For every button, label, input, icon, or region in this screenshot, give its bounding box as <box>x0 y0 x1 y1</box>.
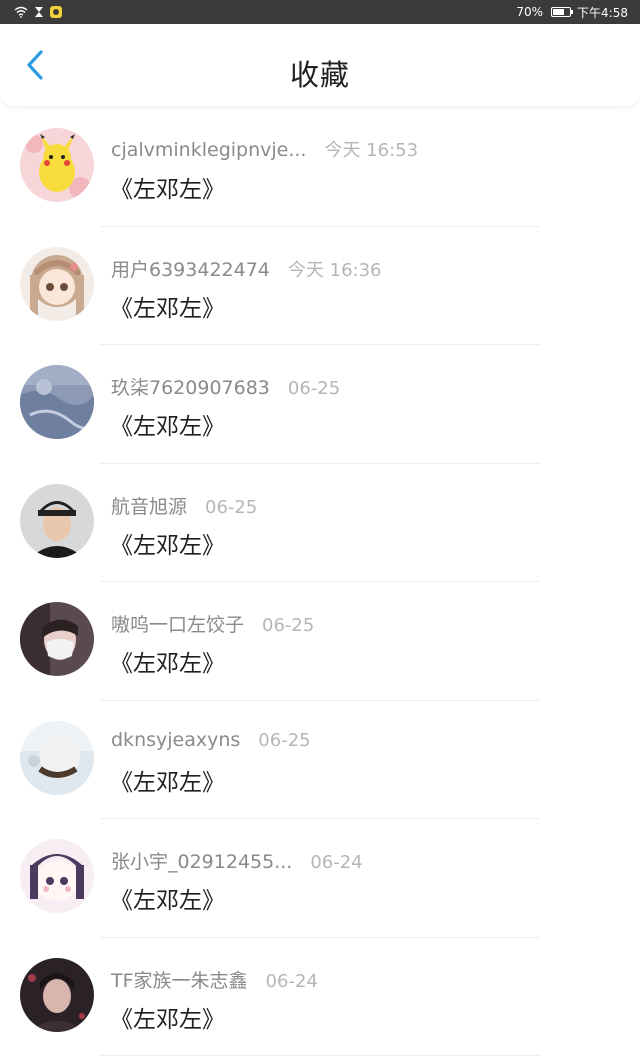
item-content: 《左邓左》 <box>110 1000 225 1034</box>
timestamp: 06-25 <box>258 730 310 751</box>
list-item[interactable]: 张小宇_02912455... 06-24 《左邓左》 <box>0 819 640 938</box>
timestamp: 06-25 <box>288 378 340 399</box>
item-meta: 嗷呜一口左饺子 06-25 <box>111 610 314 636</box>
username[interactable]: 玖柒7620907683 <box>111 373 270 400</box>
avatar[interactable] <box>20 365 94 439</box>
wifi-icon <box>14 6 28 18</box>
favorites-list: cjalvminklegipnvje...今天 16:53《左邓左》用户6393… <box>0 108 640 1056</box>
item-meta: TF家族一朱志鑫 06-24 <box>111 966 318 992</box>
item-content: 《左邓左》 <box>110 407 225 441</box>
avatar[interactable] <box>20 247 94 321</box>
item-content: 《左邓左》 <box>110 170 225 204</box>
username[interactable]: 嗷呜一口左饺子 <box>111 610 244 637</box>
list-item[interactable]: cjalvminklegipnvje... 今天 16:53 《左邓左》 <box>0 108 640 227</box>
status-right: 70% 下午4:58 <box>516 4 628 21</box>
list-item[interactable]: 航音旭源 06-25 《左邓左》 <box>0 464 640 583</box>
username[interactable]: 张小宇_02912455... <box>111 847 292 874</box>
page-title: 收藏 <box>0 52 640 94</box>
status-left <box>14 6 62 18</box>
username[interactable]: dknsyjeaxyns <box>111 729 240 751</box>
avatar[interactable] <box>20 958 94 1032</box>
item-content: 《左邓左》 <box>110 644 225 678</box>
item-meta: dknsyjeaxyns 06-25 <box>111 729 311 755</box>
username[interactable]: 航音旭源 <box>111 492 187 519</box>
status-time: 下午4:58 <box>577 4 628 21</box>
avatar[interactable] <box>20 602 94 676</box>
battery-icon <box>551 7 571 17</box>
item-meta: 用户6393422474 今天 16:36 <box>111 255 382 281</box>
item-meta: 张小宇_02912455... 06-24 <box>111 847 363 873</box>
avatar[interactable] <box>20 839 94 913</box>
list-item[interactable]: 嗷呜一口左饺子 06-25 《左邓左》 <box>0 582 640 701</box>
username[interactable]: TF家族一朱志鑫 <box>111 966 248 993</box>
battery-fill <box>553 9 564 15</box>
item-content: 《左邓左》 <box>110 289 225 323</box>
avatar[interactable] <box>20 484 94 558</box>
item-meta: 玖柒7620907683 06-25 <box>111 373 340 399</box>
timestamp: 06-24 <box>310 852 362 873</box>
timestamp: 06-24 <box>266 971 318 992</box>
hourglass-icon <box>34 6 44 18</box>
item-content: 《左邓左》 <box>110 881 225 915</box>
list-item[interactable]: 用户6393422474 今天 16:36 《左邓左》 <box>0 227 640 346</box>
avatar[interactable] <box>20 721 94 795</box>
list-item[interactable]: 玖柒7620907683 06-25 《左邓左》 <box>0 345 640 464</box>
list-item[interactable]: dknsyjeaxyns 06-25 《左邓左》 <box>0 701 640 820</box>
top-bar: 收藏 <box>0 24 640 106</box>
username[interactable]: cjalvminklegipnvje... <box>111 139 306 161</box>
app-notification-icon <box>50 6 62 18</box>
item-content: 《左邓左》 <box>110 763 225 797</box>
timestamp: 06-25 <box>262 615 314 636</box>
list-item[interactable]: TF家族一朱志鑫 06-24 《左邓左》 <box>0 938 640 1056</box>
item-content: 《左邓左》 <box>110 526 225 560</box>
item-meta: 航音旭源 06-25 <box>111 492 257 518</box>
timestamp: 06-25 <box>205 497 257 518</box>
timestamp: 今天 16:53 <box>324 136 418 162</box>
status-bar: 70% 下午4:58 <box>0 0 640 24</box>
item-meta: cjalvminklegipnvje... 今天 16:53 <box>111 136 418 162</box>
avatar[interactable] <box>20 128 94 202</box>
battery-percent: 70% <box>516 5 543 19</box>
username[interactable]: 用户6393422474 <box>111 255 270 282</box>
timestamp: 今天 16:36 <box>288 256 382 282</box>
